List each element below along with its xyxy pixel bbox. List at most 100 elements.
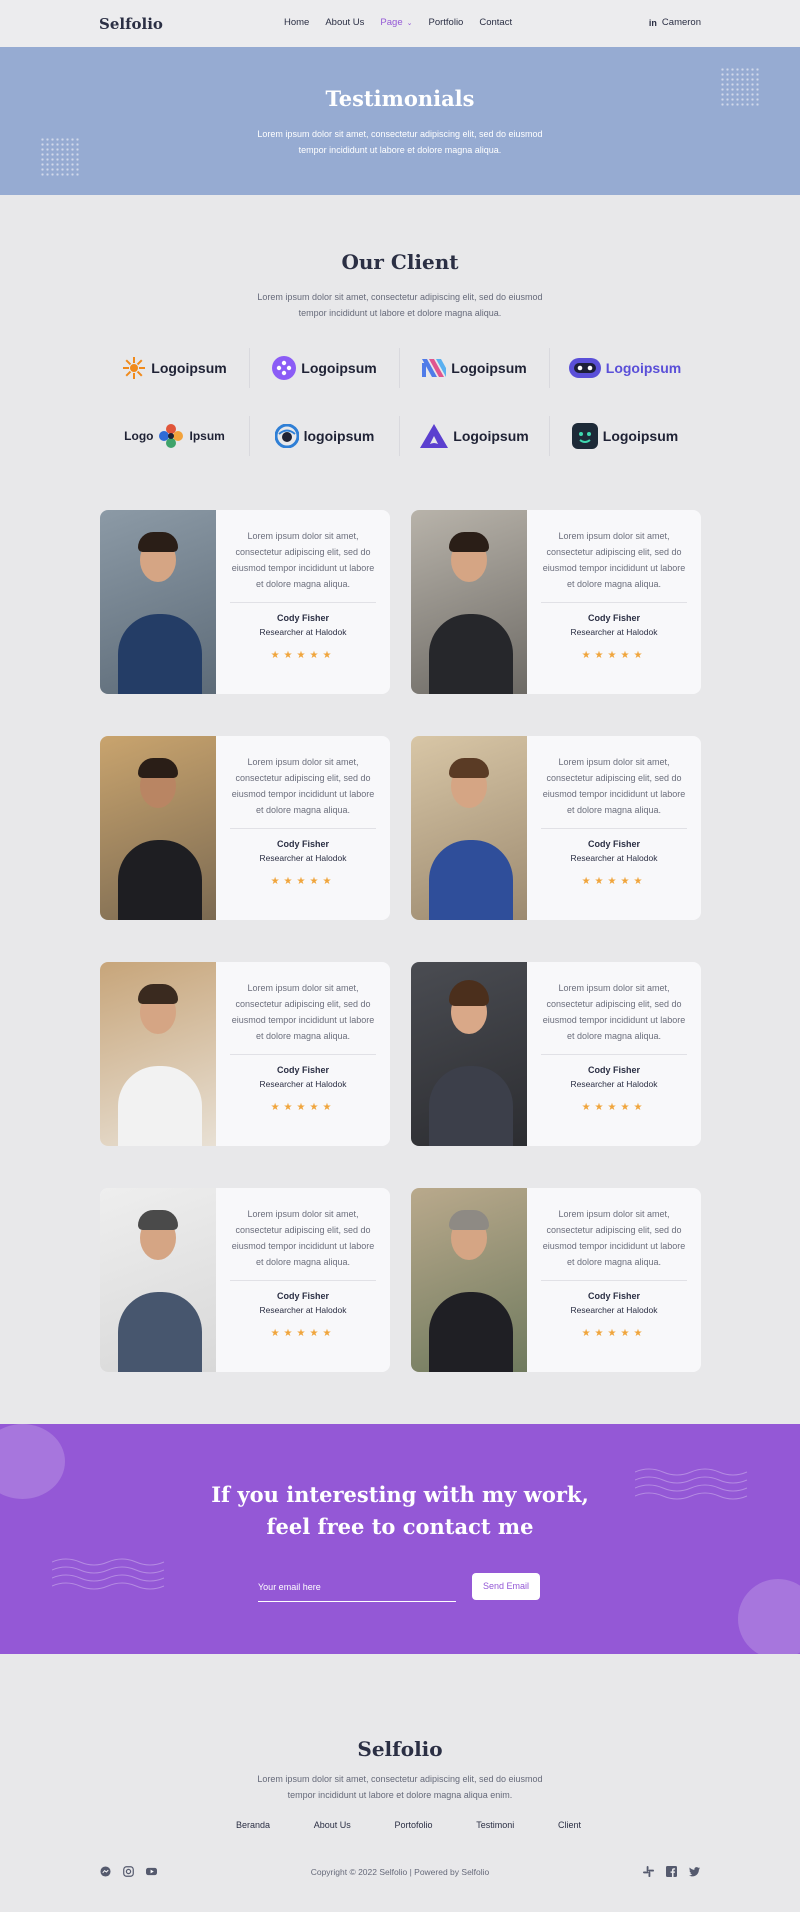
person-body xyxy=(118,840,202,920)
nav-item-page-label: Page xyxy=(380,17,403,28)
rating-stars: ★★★★★ xyxy=(270,1102,336,1113)
slack-icon[interactable] xyxy=(643,1866,654,1877)
testimonial-photo xyxy=(411,962,527,1146)
instagram-icon[interactable] xyxy=(123,1866,134,1877)
rating-stars: ★★★★★ xyxy=(581,1328,647,1339)
cta-title-line-2: feel free to contact me xyxy=(266,1514,534,1539)
sun-icon xyxy=(123,357,146,379)
testimonial-role: Researcher at Halodok xyxy=(570,1305,658,1315)
clients-subtitle: Lorem ipsum dolor sit amet, consectetur … xyxy=(257,292,543,318)
dot-pattern-decoration xyxy=(40,137,80,177)
client-logo-text: Logoipsum xyxy=(151,360,227,376)
user-profile-link[interactable]: in Cameron xyxy=(649,17,701,28)
testimonial-role: Researcher at Halodok xyxy=(259,1305,347,1315)
flower-icon xyxy=(159,424,184,448)
client-logo-text-2: Ipsum xyxy=(189,429,225,443)
testimonial-card: Lorem ipsum dolor sit amet, consectetur … xyxy=(411,510,701,694)
footer-link-about[interactable]: About Us xyxy=(314,1820,351,1830)
testimonial-quote: Lorem ipsum dolor sit amet, consectetur … xyxy=(231,531,375,589)
testimonial-name: Cody Fisher xyxy=(587,613,640,623)
send-email-button[interactable]: Send Email xyxy=(472,1573,540,1600)
copyright-text: Copyright © 2022 Selfolio | Powered by S… xyxy=(310,1867,490,1877)
testimonial-quote: Lorem ipsum dolor sit amet, consectetur … xyxy=(231,757,375,815)
footer-link-client[interactable]: Client xyxy=(558,1820,581,1830)
person-hair xyxy=(138,758,178,778)
footer-links: Beranda About Us Portofolio Testimoni Cl… xyxy=(236,1820,581,1830)
client-logo-text: Logoipsum xyxy=(605,360,682,376)
divider xyxy=(541,828,687,829)
nav-item-page[interactable]: Page ⌄ xyxy=(380,17,412,28)
person-body xyxy=(118,1066,202,1146)
testimonial-name: Cody Fisher xyxy=(276,839,329,849)
divider xyxy=(230,1054,376,1055)
cta-title: If you interesting with my work, feel fre… xyxy=(0,1479,800,1543)
divider xyxy=(230,828,376,829)
testimonial-card: Lorem ipsum dolor sit amet, consectetur … xyxy=(411,736,701,920)
nav-item-about[interactable]: About Us xyxy=(325,17,364,28)
social-links-right xyxy=(643,1866,700,1877)
divider xyxy=(541,602,687,603)
testimonial-role: Researcher at Halodok xyxy=(259,853,347,863)
email-input[interactable]: Your email here xyxy=(258,1574,456,1602)
testimonial-role: Researcher at Halodok xyxy=(570,853,658,863)
testimonial-card: Lorem ipsum dolor sit amet, consectetur … xyxy=(411,1188,701,1372)
footer-link-testimoni[interactable]: Testimoni xyxy=(476,1820,514,1830)
nav-item-portfolio[interactable]: Portfolio xyxy=(428,17,463,28)
client-logo-text: Logoipsum xyxy=(451,360,527,376)
testimonial-role: Researcher at Halodok xyxy=(259,627,347,637)
testimonial-role: Researcher at Halodok xyxy=(570,1079,658,1089)
testimonial-photo xyxy=(411,736,527,920)
footer-link-beranda[interactable]: Beranda xyxy=(236,1820,270,1830)
testimonial-photo xyxy=(100,510,216,694)
testimonial-card: Lorem ipsum dolor sit amet, consectetur … xyxy=(100,510,390,694)
footer-brand[interactable]: Selfolio xyxy=(0,1737,800,1761)
rating-stars: ★★★★★ xyxy=(270,1328,336,1339)
robot-icon xyxy=(568,358,601,378)
person-hair xyxy=(449,532,489,552)
nav-item-home[interactable]: Home xyxy=(284,17,309,28)
testimonial-name: Cody Fisher xyxy=(276,1291,329,1301)
linkedin-icon: in xyxy=(648,17,657,28)
main-menu: Home About Us Page ⌄ Portfolio Contact xyxy=(284,17,528,28)
youtube-icon[interactable] xyxy=(146,1866,157,1877)
client-logo: Logoipsum xyxy=(250,348,400,388)
person-body xyxy=(429,840,513,920)
nav-item-contact[interactable]: Contact xyxy=(479,17,512,28)
facebook-icon[interactable] xyxy=(666,1866,677,1877)
gamepad-icon xyxy=(272,356,297,380)
testimonial-content: Lorem ipsum dolor sit amet, consectetur … xyxy=(216,736,390,920)
client-logos-row-1: Logoipsum Logoipsum Logoipsum Logoipsum xyxy=(100,348,700,388)
client-logo-text: logoipsum xyxy=(303,428,375,444)
client-logo: logoipsum xyxy=(250,416,400,456)
footer-link-portofolio[interactable]: Portofolio xyxy=(395,1820,433,1830)
person-body xyxy=(429,1292,513,1372)
client-logo: Logoipsum xyxy=(550,348,700,388)
testimonial-name: Cody Fisher xyxy=(587,1291,640,1301)
testimonial-content: Lorem ipsum dolor sit amet, consectetur … xyxy=(527,1188,701,1372)
rating-stars: ★★★★★ xyxy=(270,876,336,887)
testimonial-content: Lorem ipsum dolor sit amet, consectetur … xyxy=(527,510,701,694)
brand-logo[interactable]: Selfolio xyxy=(99,15,163,33)
person-hair xyxy=(449,1210,489,1230)
testimonial-card: Lorem ipsum dolor sit amet, consectetur … xyxy=(100,736,390,920)
client-logo: Logoipsum xyxy=(400,416,550,456)
divider xyxy=(230,602,376,603)
eye-icon xyxy=(274,424,299,448)
testimonial-quote: Lorem ipsum dolor sit amet, consectetur … xyxy=(231,983,375,1041)
footer-bottom-bar: Copyright © 2022 Selfolio | Powered by S… xyxy=(100,1866,700,1880)
top-navbar: Selfolio Home About Us Page ⌄ Portfolio C… xyxy=(0,0,800,47)
testimonial-content: Lorem ipsum dolor sit amet, consectetur … xyxy=(216,962,390,1146)
testimonial-photo xyxy=(100,962,216,1146)
clients-title: Our Client xyxy=(341,250,459,274)
testimonial-content: Lorem ipsum dolor sit amet, consectetur … xyxy=(527,962,701,1146)
testimonial-quote: Lorem ipsum dolor sit amet, consectetur … xyxy=(542,983,686,1041)
person-hair xyxy=(449,758,489,778)
testimonial-quote: Lorem ipsum dolor sit amet, consectetur … xyxy=(231,1209,375,1267)
client-logo-text: Logoipsum xyxy=(301,360,377,376)
person-body xyxy=(429,614,513,694)
messenger-icon[interactable] xyxy=(100,1866,111,1877)
testimonial-card: Lorem ipsum dolor sit amet, consectetur … xyxy=(411,962,701,1146)
triangle-icon xyxy=(420,424,449,448)
twitter-icon[interactable] xyxy=(689,1866,700,1877)
testimonial-photo xyxy=(100,736,216,920)
